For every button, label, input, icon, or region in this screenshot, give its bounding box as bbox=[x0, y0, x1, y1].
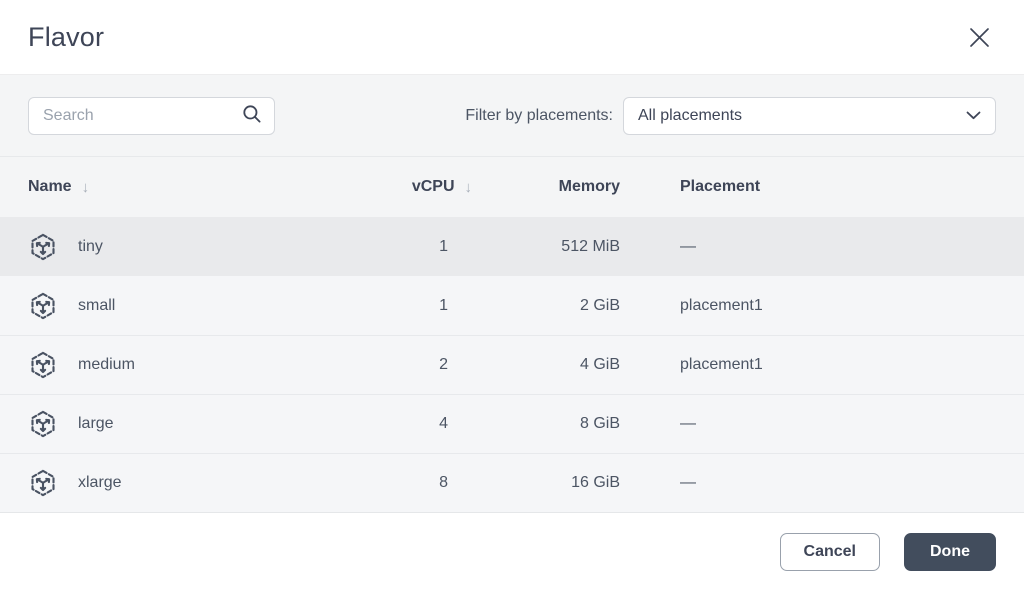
placement-value: — bbox=[620, 415, 996, 433]
placement-value: placement1 bbox=[620, 297, 996, 315]
table-row[interactable]: small 1 2 GiB placement1 bbox=[0, 276, 1024, 335]
flavor-cube-icon bbox=[28, 409, 58, 439]
sort-desc-icon: ↓ bbox=[82, 179, 90, 196]
memory-value: 2 GiB bbox=[472, 297, 620, 315]
flavor-name: tiny bbox=[78, 238, 103, 256]
dialog-footer: Cancel Done bbox=[0, 512, 1024, 589]
table-row[interactable]: tiny 1 512 MiB — bbox=[0, 217, 1024, 276]
flavor-table: Name ↓ vCPU ↓ Memory Placement bbox=[0, 156, 1024, 512]
column-header-vcpu-label: vCPU bbox=[412, 178, 455, 196]
column-header-name-label: Name bbox=[28, 178, 72, 196]
column-header-placement-label: Placement bbox=[680, 178, 760, 196]
vcpu-value: 4 bbox=[350, 415, 472, 433]
flavor-cube-icon bbox=[28, 291, 58, 321]
table-row[interactable]: medium 2 4 GiB placement1 bbox=[0, 335, 1024, 394]
dialog-header: Flavor bbox=[0, 0, 1024, 74]
column-header-name[interactable]: Name ↓ bbox=[28, 178, 350, 196]
vcpu-value: 8 bbox=[350, 474, 472, 492]
vcpu-value: 2 bbox=[350, 356, 472, 374]
cancel-button[interactable]: Cancel bbox=[780, 533, 880, 571]
flavor-cube-icon bbox=[28, 232, 58, 262]
name-cell: xlarge bbox=[28, 468, 350, 498]
flavor-cube-icon bbox=[28, 350, 58, 380]
placement-filter-label: Filter by placements: bbox=[465, 107, 613, 125]
memory-value: 512 MiB bbox=[472, 238, 620, 256]
flavor-name: xlarge bbox=[78, 474, 122, 492]
done-button[interactable]: Done bbox=[904, 533, 996, 571]
column-header-vcpu[interactable]: vCPU ↓ bbox=[350, 178, 472, 196]
placement-value: — bbox=[620, 474, 996, 492]
chevron-down-icon bbox=[966, 107, 981, 125]
search-icon bbox=[242, 104, 262, 127]
close-icon bbox=[969, 27, 990, 48]
flavor-dialog: Flavor Filter by placements: All placeme… bbox=[0, 0, 1024, 589]
table-row[interactable]: xlarge 8 16 GiB — bbox=[0, 453, 1024, 512]
search-button[interactable] bbox=[233, 97, 271, 135]
flavor-name: medium bbox=[78, 356, 135, 374]
placement-filter-group: Filter by placements: All placements bbox=[275, 97, 996, 135]
flavor-cube-icon bbox=[28, 468, 58, 498]
close-button[interactable] bbox=[963, 21, 996, 54]
name-cell: medium bbox=[28, 350, 350, 380]
filter-bar: Filter by placements: All placements bbox=[0, 74, 1024, 156]
placement-select-value: All placements bbox=[638, 107, 742, 125]
memory-value: 4 GiB bbox=[472, 356, 620, 374]
column-header-memory-label: Memory bbox=[559, 178, 620, 196]
sort-desc-icon: ↓ bbox=[465, 179, 473, 196]
name-cell: small bbox=[28, 291, 350, 321]
column-header-memory[interactable]: Memory bbox=[472, 178, 620, 196]
search-box bbox=[28, 97, 275, 135]
memory-value: 16 GiB bbox=[472, 474, 620, 492]
memory-value: 8 GiB bbox=[472, 415, 620, 433]
flavor-name: large bbox=[78, 415, 114, 433]
placement-value: placement1 bbox=[620, 356, 996, 374]
name-cell: large bbox=[28, 409, 350, 439]
placement-value: — bbox=[620, 238, 996, 256]
placement-select[interactable]: All placements bbox=[623, 97, 996, 135]
vcpu-value: 1 bbox=[350, 238, 472, 256]
page-title: Flavor bbox=[28, 22, 104, 53]
vcpu-value: 1 bbox=[350, 297, 472, 315]
table-header-row: Name ↓ vCPU ↓ Memory Placement bbox=[0, 157, 1024, 217]
flavor-name: small bbox=[78, 297, 115, 315]
table-body: tiny 1 512 MiB — small 1 2 GiB placement… bbox=[0, 217, 1024, 512]
name-cell: tiny bbox=[28, 232, 350, 262]
column-header-placement[interactable]: Placement bbox=[620, 178, 996, 196]
table-row[interactable]: large 4 8 GiB — bbox=[0, 394, 1024, 453]
